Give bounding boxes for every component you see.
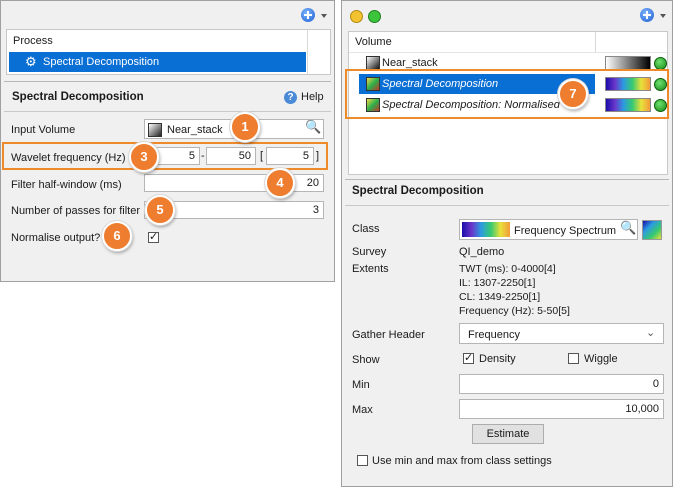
class-label: Class <box>352 223 380 235</box>
max-label: Max <box>352 404 373 416</box>
help-label: Help <box>301 91 324 103</box>
callout-badge-7: 7 <box>558 79 588 109</box>
survey-label: Survey <box>352 246 387 258</box>
search-icon[interactable]: 🔍 <box>305 119 321 135</box>
normalise-label: Normalise output? <box>11 232 101 244</box>
passes-label: Number of passes for filter <box>11 205 140 217</box>
filter-half-window-label: Filter half-window (ms) <box>11 179 122 191</box>
show-label: Show <box>352 354 380 366</box>
extents-label: Extents <box>352 263 389 275</box>
chevron-down-icon: ⌄ <box>646 327 656 339</box>
process-item-spectral-decomposition[interactable]: ⚙ Spectral Decomposition <box>9 52 306 72</box>
input-volume-value: Near_stack <box>167 124 223 136</box>
survey-value: QI_demo <box>459 246 505 258</box>
use-class-settings-checkbox[interactable] <box>357 455 368 466</box>
density-label: Density <box>479 353 516 365</box>
callout-badge-4: 4 <box>265 168 295 198</box>
add-icon[interactable] <box>301 8 315 22</box>
cube-icon <box>366 56 380 70</box>
callout-box-wavelet <box>2 142 328 170</box>
filter-half-window-field[interactable]: 20 <box>144 174 324 192</box>
gather-header-select[interactable]: Frequency ⌄ <box>459 323 664 344</box>
min-field[interactable]: 0 <box>459 374 664 394</box>
chevron-down-icon[interactable] <box>660 14 666 18</box>
class-value: Frequency Spectrum <box>514 225 617 237</box>
extents-frequency: Frequency (Hz): 5-50[5] <box>459 305 570 317</box>
callout-badge-3: 3 <box>129 142 159 172</box>
normalise-checkbox[interactable] <box>148 230 159 243</box>
min-label: Min <box>352 379 370 391</box>
use-class-settings-label: Use min and max from class settings <box>372 455 552 467</box>
process-header: Process <box>13 35 53 47</box>
panel-title: Spectral Decomposition <box>12 91 144 103</box>
process-item-label: Spectral Decomposition <box>43 56 160 68</box>
help-icon: ? <box>284 91 297 104</box>
volume-header: Volume <box>355 36 392 48</box>
gather-header-value: Frequency <box>468 329 520 341</box>
callout-badge-6: 6 <box>102 221 132 251</box>
density-checkbox[interactable] <box>463 351 474 364</box>
input-volume-label: Input Volume <box>11 124 76 136</box>
panel-title: Spectral Decomposition <box>352 185 484 197</box>
chevron-down-icon[interactable] <box>321 14 327 18</box>
colormap-icon[interactable] <box>642 220 662 240</box>
callout-badge-1: 1 <box>230 112 260 142</box>
callout-box-volumes <box>345 69 669 119</box>
gather-header-label: Gather Header <box>352 329 425 341</box>
extents-il: IL: 1307-2250[1] <box>459 277 536 289</box>
volume-name: Near_stack <box>382 57 438 69</box>
extents-twt: TWT (ms): 0-4000[4] <box>459 263 556 275</box>
minimize-dot-icon[interactable] <box>350 10 363 23</box>
maximize-dot-icon[interactable] <box>368 10 381 23</box>
extents-cl: CL: 1349-2250[1] <box>459 291 541 303</box>
grayscale-colorbar <box>605 56 651 70</box>
wiggle-checkbox[interactable] <box>568 353 579 364</box>
left-window: Process ⚙ Spectral Decomposition Spectra… <box>0 0 335 282</box>
spectrum-swatch <box>462 222 510 237</box>
callout-badge-5: 5 <box>145 195 175 225</box>
add-icon[interactable] <box>640 8 654 22</box>
search-icon[interactable]: 🔍 <box>620 220 636 236</box>
estimate-button[interactable]: Estimate <box>472 424 544 444</box>
wiggle-label: Wiggle <box>584 353 618 365</box>
gear-icon: ⚙ <box>25 54 37 69</box>
class-field[interactable]: Frequency Spectrum 🔍 <box>459 219 638 240</box>
max-field[interactable]: 10,000 <box>459 399 664 419</box>
process-list: Process ⚙ Spectral Decomposition <box>6 29 331 75</box>
cube-icon <box>148 123 162 137</box>
